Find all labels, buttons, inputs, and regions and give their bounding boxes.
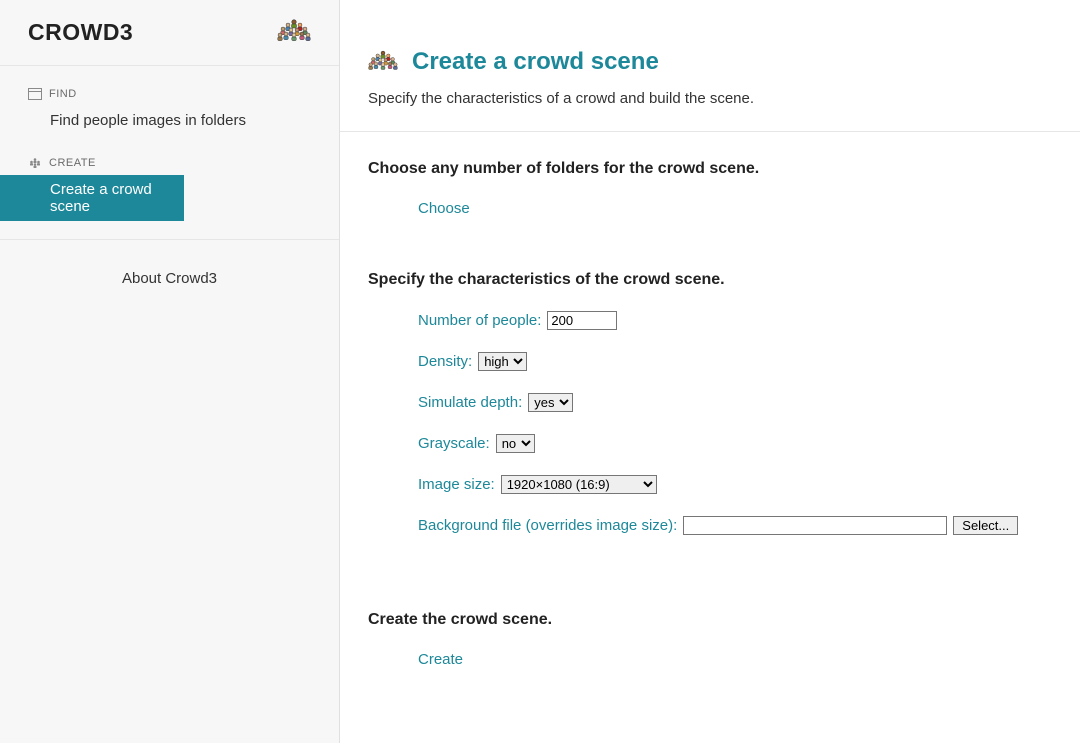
- nav-item-create-scene[interactable]: Create a crowd scene: [0, 175, 184, 221]
- background-label: Background file (overrides image size):: [418, 517, 677, 534]
- nav-item-label: Find people images in folders: [50, 112, 246, 129]
- grayscale-select[interactable]: no: [496, 434, 535, 453]
- section-folders-heading: Choose any number of folders for the cro…: [368, 160, 1052, 178]
- window-icon: [28, 88, 42, 100]
- choose-folders-link[interactable]: Choose: [418, 200, 470, 217]
- nav-item-label: Create a crowd scene: [50, 181, 152, 215]
- main: Create a crowd scene Specify the charact…: [340, 0, 1080, 743]
- nav-item-find-people[interactable]: Find people images in folders: [0, 106, 339, 135]
- image-size-label: Image size:: [418, 476, 495, 493]
- background-select-button[interactable]: Select...: [953, 516, 1018, 535]
- image-size-select[interactable]: 1920×1080 (16:9): [501, 475, 657, 494]
- section-spec-heading: Specify the characteristics of the crowd…: [368, 271, 1052, 289]
- density-select[interactable]: high: [478, 352, 527, 371]
- section-create-heading: Create the crowd scene.: [368, 611, 1052, 629]
- create-scene-link[interactable]: Create: [418, 651, 463, 668]
- num-people-label: Number of people:: [418, 312, 541, 329]
- about-link[interactable]: About Crowd3: [122, 270, 217, 287]
- main-header: Create a crowd scene Specify the charact…: [340, 0, 1080, 132]
- crowd-icon: [368, 49, 398, 76]
- num-people-input[interactable]: [547, 311, 617, 330]
- section-folders: Choose any number of folders for the cro…: [340, 132, 1080, 243]
- field-simulate-depth: Simulate depth: yes: [418, 393, 1052, 412]
- sidebar: CROWD3: [0, 0, 340, 743]
- section-spec: Specify the characteristics of the crowd…: [340, 243, 1080, 583]
- grayscale-label: Grayscale:: [418, 435, 490, 452]
- density-label: Density:: [418, 353, 472, 370]
- field-background: Background file (overrides image size): …: [418, 516, 1052, 535]
- section-spec-body: Number of people: Density: high Simulate…: [368, 307, 1052, 575]
- nav-section-head-create: CREATE: [0, 153, 339, 173]
- crowd-mini-icon: [28, 157, 42, 169]
- section-create: Create the crowd scene. Create: [340, 583, 1080, 694]
- simulate-depth-label: Simulate depth:: [418, 394, 522, 411]
- nav-section-label: CREATE: [49, 157, 96, 169]
- field-grayscale: Grayscale: no: [418, 434, 1052, 453]
- nav-section-create: CREATE Create a crowd scene: [0, 153, 339, 221]
- page-title: Create a crowd scene: [412, 48, 659, 76]
- app-title: CROWD3: [28, 19, 133, 46]
- nav-section-head-find: FIND: [0, 84, 339, 104]
- sidebar-footer: About Crowd3: [0, 239, 339, 287]
- crowd-icon: [277, 18, 311, 47]
- section-create-body: Create: [368, 647, 1052, 686]
- nav-section-find: FIND Find people images in folders: [0, 84, 339, 135]
- nav: FIND Find people images in folders CREAT…: [0, 66, 339, 221]
- field-image-size: Image size: 1920×1080 (16:9): [418, 475, 1052, 494]
- section-folders-body: Choose: [368, 196, 1052, 235]
- field-num-people: Number of people:: [418, 311, 1052, 330]
- simulate-depth-select[interactable]: yes: [528, 393, 573, 412]
- page-subtitle: Specify the characteristics of a crowd a…: [368, 90, 1052, 107]
- nav-section-label: FIND: [49, 88, 77, 100]
- main-title-row: Create a crowd scene: [368, 48, 1052, 76]
- sidebar-header: CROWD3: [0, 0, 339, 66]
- field-density: Density: high: [418, 352, 1052, 371]
- background-input[interactable]: [683, 516, 947, 535]
